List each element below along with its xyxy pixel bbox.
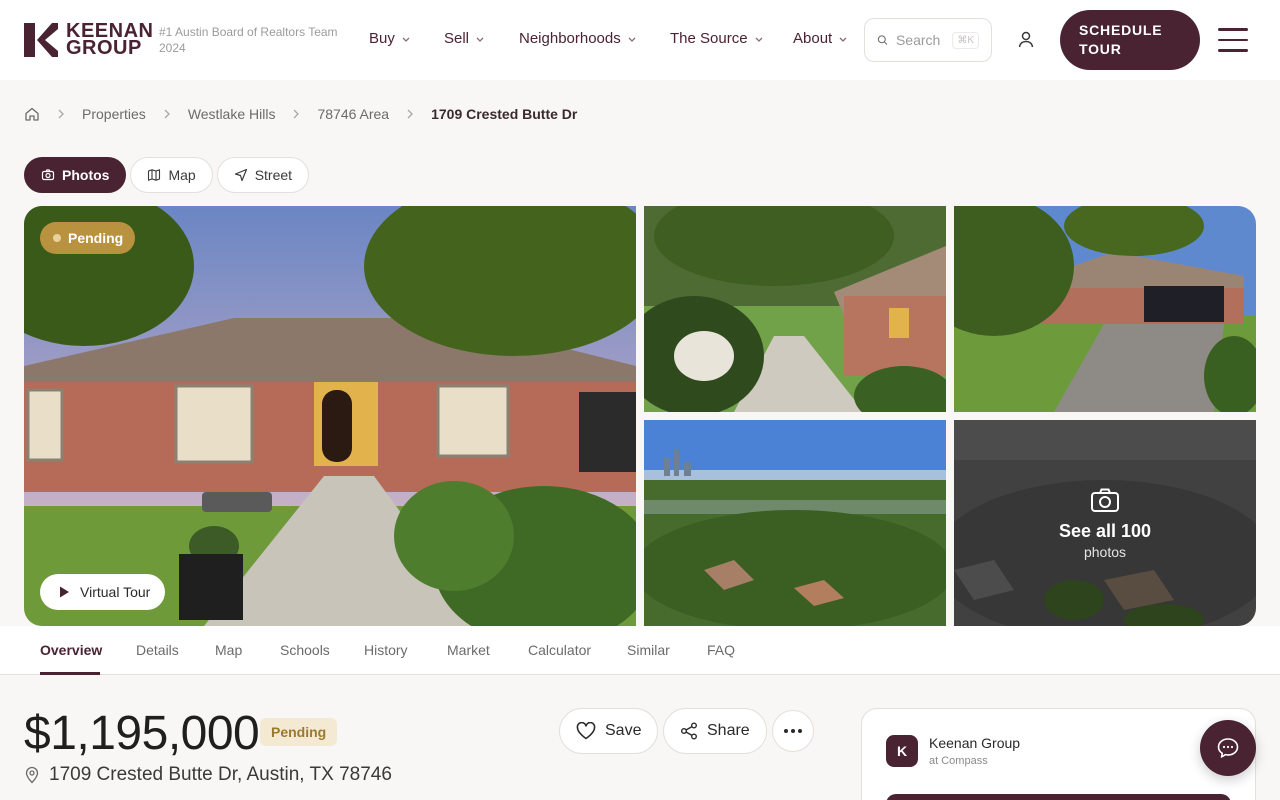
share-label: Share xyxy=(707,722,750,739)
listing-status-badge: Pending xyxy=(260,718,338,746)
active-tab-indicator xyxy=(40,672,100,675)
nav-sell[interactable]: Sell xyxy=(444,30,485,47)
status-badge: Pending xyxy=(40,222,136,254)
view-photos-button[interactable]: Photos xyxy=(24,157,127,193)
virtual-tour-label: Virtual Tour xyxy=(80,584,151,600)
section-tabs: Overview Details Map Schools History Mar… xyxy=(0,626,1280,675)
more-dot-icon xyxy=(784,729,788,733)
status-label: Pending xyxy=(68,230,124,246)
cta-line1: SCHEDULE xyxy=(1079,22,1163,38)
camera-icon xyxy=(1091,488,1119,512)
tab-market[interactable]: Market xyxy=(447,642,490,658)
search-placeholder: Search xyxy=(895,32,941,48)
search-icon xyxy=(877,35,888,45)
address-text: 1709 Crested Butte Dr, Austin, TX 78746 xyxy=(49,764,392,785)
more-dot-icon xyxy=(791,729,795,733)
camera-icon xyxy=(41,169,55,181)
heart-icon xyxy=(576,722,596,740)
nav-label: About xyxy=(793,30,833,47)
see-all-title: See all 100 xyxy=(1058,520,1152,541)
breadcrumb-westlake-hills[interactable]: Westlake Hills xyxy=(188,106,276,122)
map-pin-icon xyxy=(25,766,39,784)
chevron-down-icon xyxy=(476,37,484,42)
more-options-button[interactable] xyxy=(772,710,814,752)
tab-map[interactable]: Map xyxy=(215,642,242,658)
menu-icon[interactable] xyxy=(1218,28,1248,52)
chat-bubble-icon xyxy=(1217,738,1239,758)
user-icon[interactable] xyxy=(1014,28,1038,52)
agent-brokerage: at Compass xyxy=(929,755,988,767)
gallery-photo-3[interactable] xyxy=(954,206,1256,412)
schedule-tour-button[interactable]: SCHEDULE TOUR xyxy=(1060,10,1200,70)
chevron-right-icon xyxy=(407,109,414,119)
more-dot-icon xyxy=(798,729,802,733)
nav-the-source[interactable]: The Source xyxy=(670,30,764,47)
agent-name: Keenan Group xyxy=(929,735,1021,751)
keenan-k-icon xyxy=(24,23,58,57)
breadcrumb-area[interactable]: 78746 Area xyxy=(317,106,389,122)
tab-history[interactable]: History xyxy=(364,642,408,658)
chevron-right-icon xyxy=(294,109,300,119)
gallery-photo-2[interactable] xyxy=(644,206,946,412)
breadcrumb-current: 1709 Crested Butte Dr xyxy=(431,106,578,122)
view-label: Photos xyxy=(62,167,110,183)
view-toggle-group: Photos Map Street xyxy=(24,157,310,193)
virtual-tour-button[interactable]: Virtual Tour xyxy=(40,574,166,610)
nav-label: Sell xyxy=(444,30,470,47)
brand-tagline: #1 Austin Board of Realtors Team 2024 xyxy=(159,25,338,55)
view-label: Map xyxy=(168,167,196,183)
search-shortcut: ⌘K xyxy=(952,31,979,49)
brand-logo[interactable]: KEENAN GROUP xyxy=(24,21,153,59)
cta-line2: TOUR xyxy=(1079,41,1122,57)
tab-overview[interactable]: Overview xyxy=(40,642,102,658)
nav-label: The Source xyxy=(670,30,748,47)
chevron-down-icon xyxy=(402,37,410,42)
chevron-right-icon xyxy=(58,109,64,119)
site-header: KEENAN GROUP #1 Austin Board of Realtors… xyxy=(0,0,1280,80)
home-icon[interactable] xyxy=(24,106,40,122)
chevron-down-icon xyxy=(755,37,763,42)
tab-similar[interactable]: Similar xyxy=(627,642,670,658)
nav-label: Buy xyxy=(369,30,395,47)
search-input[interactable]: Search ⌘K xyxy=(864,18,992,62)
photo-gallery: Pending Virtual Tour See all 100 photos xyxy=(24,206,1256,626)
see-all-subtitle: photos xyxy=(1083,543,1127,560)
navigation-icon xyxy=(234,168,247,182)
see-all-photos-button[interactable]: See all 100 photos xyxy=(954,420,1256,626)
map-icon xyxy=(148,169,161,181)
tab-faq[interactable]: FAQ xyxy=(707,642,735,658)
tab-calculator[interactable]: Calculator xyxy=(528,642,591,658)
gallery-photo-5[interactable]: See all 100 photos xyxy=(954,420,1256,626)
status-dot-icon xyxy=(53,234,61,242)
nav-neighborhoods[interactable]: Neighborhoods xyxy=(519,30,637,47)
agent-card: K Keenan Group at Compass xyxy=(861,708,1256,800)
gallery-photo-4[interactable] xyxy=(644,420,946,626)
save-label: Save xyxy=(605,722,642,739)
nav-about[interactable]: About xyxy=(793,30,848,47)
listing-price: $1,195,000 xyxy=(24,707,260,760)
view-street-button[interactable]: Street xyxy=(216,157,310,193)
chat-button[interactable] xyxy=(1200,720,1256,776)
breadcrumb: Properties Westlake Hills 78746 Area 170… xyxy=(24,104,577,124)
main-photo[interactable]: Pending Virtual Tour xyxy=(24,206,636,626)
breadcrumb-properties[interactable]: Properties xyxy=(82,106,146,122)
brand-line2: GROUP xyxy=(66,37,142,59)
share-icon xyxy=(681,722,697,740)
play-icon xyxy=(60,586,69,598)
save-button[interactable]: Save xyxy=(559,708,659,754)
nav-label: Neighborhoods xyxy=(519,30,621,47)
listing-address: 1709 Crested Butte Dr, Austin, TX 78746 xyxy=(24,764,392,786)
chevron-down-icon xyxy=(839,37,847,42)
tab-details[interactable]: Details xyxy=(136,642,179,658)
share-button[interactable]: Share xyxy=(663,708,767,754)
contact-agent-button[interactable] xyxy=(886,794,1231,800)
chevron-right-icon xyxy=(164,109,170,119)
view-map-button[interactable]: Map xyxy=(130,157,213,193)
chevron-down-icon xyxy=(628,37,636,42)
nav-buy[interactable]: Buy xyxy=(369,30,411,47)
agent-avatar: K xyxy=(886,735,918,767)
view-label: Street xyxy=(254,167,293,183)
tab-schools[interactable]: Schools xyxy=(280,642,330,658)
